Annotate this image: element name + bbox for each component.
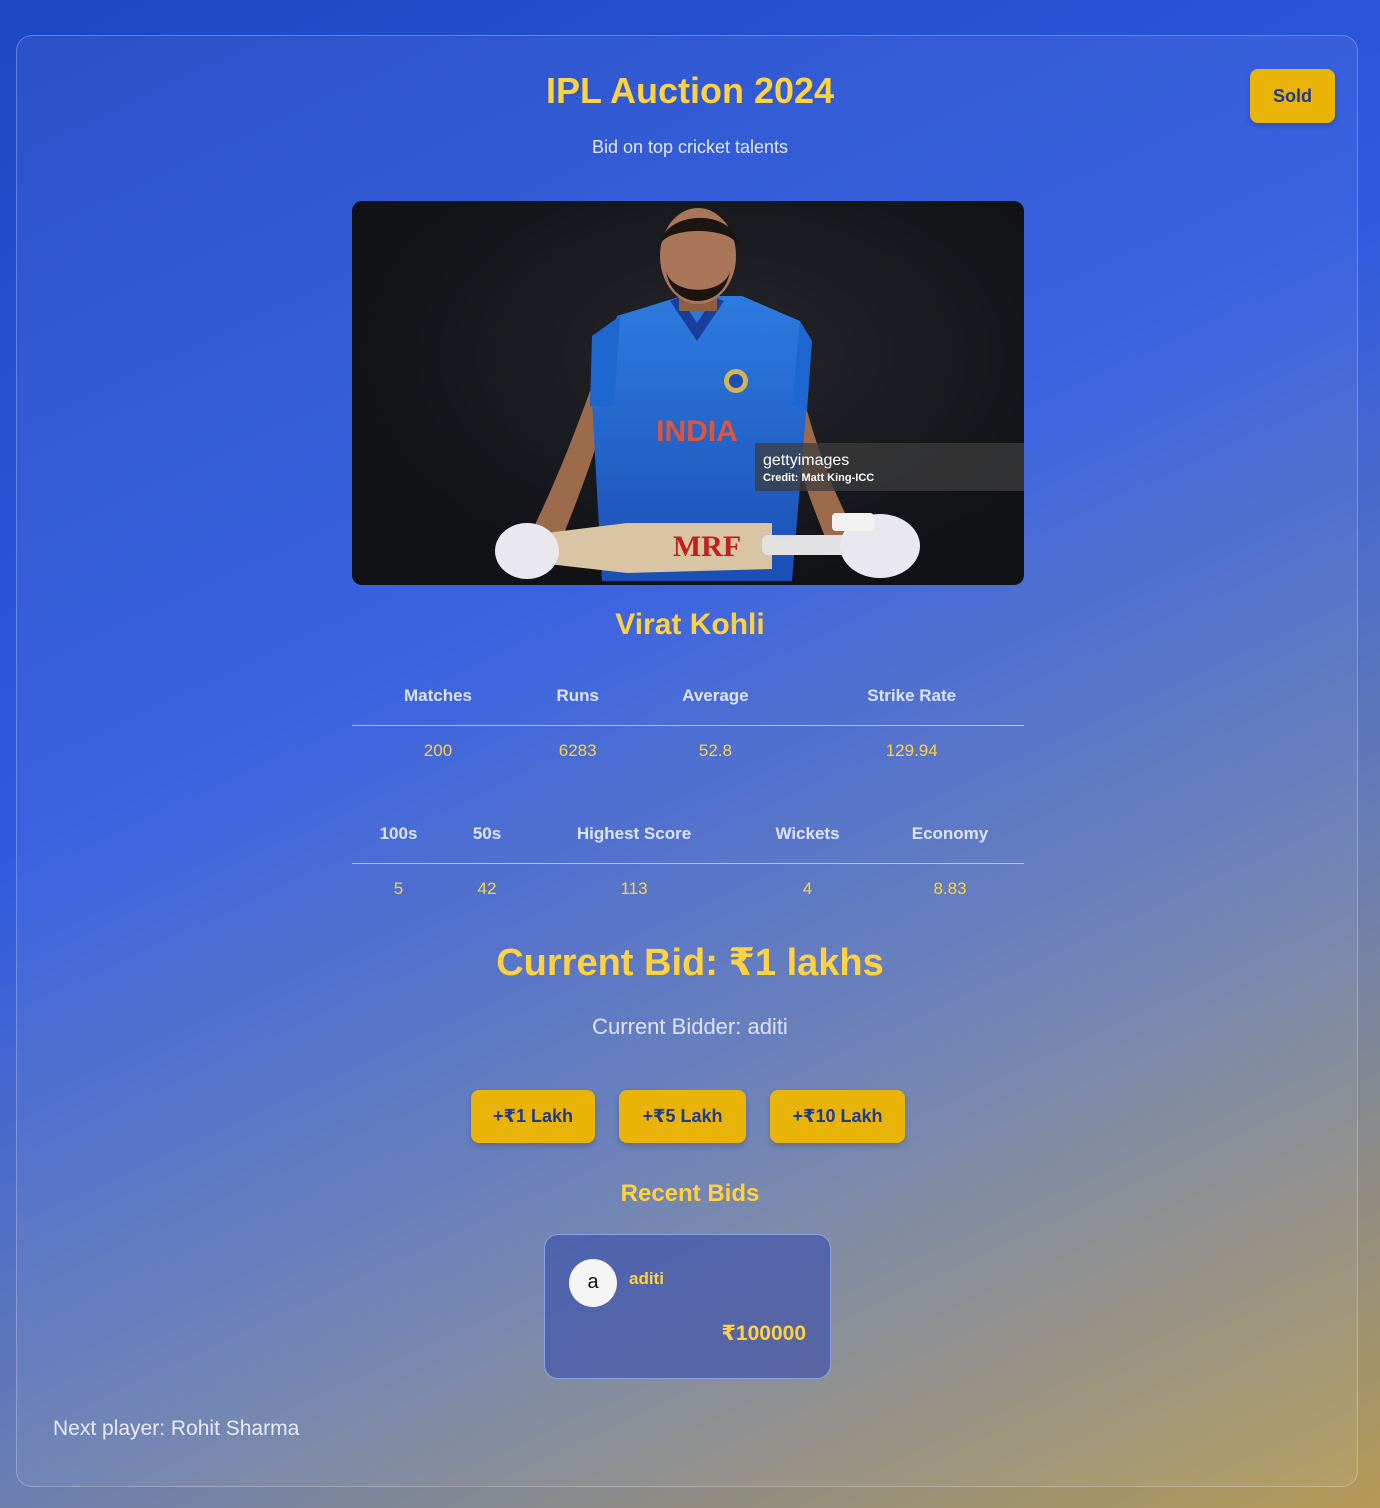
bid-user: aditi bbox=[629, 1269, 664, 1288]
stats-table-primary: Matches Runs Average Strike Rate 200 628… bbox=[352, 667, 1024, 776]
player-name: Virat Kohli bbox=[615, 608, 765, 641]
player-photo: INDIA MRF gettyimages Credit: Matt King-… bbox=[352, 201, 1024, 585]
bid-5-lakh-button[interactable]: +₹5 Lakh bbox=[619, 1090, 746, 1143]
recent-bids-title: Recent Bids bbox=[620, 1180, 760, 1207]
stat-value-average: 52.8 bbox=[698, 741, 732, 760]
stat-value-strike-rate: 129.94 bbox=[885, 741, 938, 760]
stat-value-runs: 6283 bbox=[558, 741, 597, 760]
stat-header-wickets: Wickets bbox=[739, 805, 876, 864]
stat-value-highest-score: 113 bbox=[620, 879, 648, 898]
recent-bid-card: a aditi ₹100000 bbox=[544, 1234, 831, 1379]
stat-header-economy: Economy bbox=[876, 805, 1024, 864]
avatar: a bbox=[569, 1259, 617, 1307]
stat-value-matches: 200 bbox=[423, 741, 453, 760]
bid-1-lakh-button[interactable]: +₹1 Lakh bbox=[471, 1090, 595, 1143]
stat-header-strike-rate: Strike Rate bbox=[799, 667, 1024, 726]
sold-button[interactable]: Sold bbox=[1250, 69, 1335, 123]
stat-value-wickets: 4 bbox=[802, 879, 813, 898]
stat-value-economy: 8.83 bbox=[933, 879, 967, 898]
stat-header-average: Average bbox=[631, 667, 800, 726]
stat-header-runs: Runs bbox=[523, 667, 632, 726]
jersey-text-mark: INDIA bbox=[656, 415, 738, 448]
stat-header-50s: 50s bbox=[445, 805, 529, 864]
bat-logo-mark: MRF bbox=[673, 530, 741, 563]
page-title: IPL Auction 2024 bbox=[545, 70, 835, 111]
stat-header-100s: 100s bbox=[352, 805, 445, 864]
getty-watermark: gettyimages bbox=[763, 452, 849, 469]
stat-value-100s: 5 bbox=[393, 879, 404, 898]
photo-credit: Credit: Matt King-ICC bbox=[763, 472, 874, 484]
table-row: 200 6283 52.8 129.94 bbox=[352, 726, 1024, 777]
bid-amount: ₹100000 bbox=[721, 1322, 806, 1345]
stat-header-matches: Matches bbox=[352, 667, 524, 726]
stat-header-highest-score: Highest Score bbox=[529, 805, 739, 864]
stat-value-50s: 42 bbox=[477, 879, 497, 898]
bid-10-lakh-button[interactable]: +₹10 Lakh bbox=[770, 1090, 905, 1143]
player-photo-illustration: INDIA MRF gettyimages Credit: Matt King-… bbox=[495, 208, 1024, 581]
page-subtitle: Bid on top cricket talents bbox=[591, 137, 789, 157]
stats-table-secondary: 100s 50s Highest Score Wickets Economy 5… bbox=[352, 805, 1024, 914]
table-row: 5 42 113 4 8.83 bbox=[352, 864, 1024, 915]
next-player: Next player: Rohit Sharma bbox=[53, 1417, 300, 1440]
current-bid: Current Bid: ₹1 lakhs bbox=[496, 942, 884, 984]
current-bidder: Current Bidder: aditi bbox=[592, 1014, 788, 1039]
